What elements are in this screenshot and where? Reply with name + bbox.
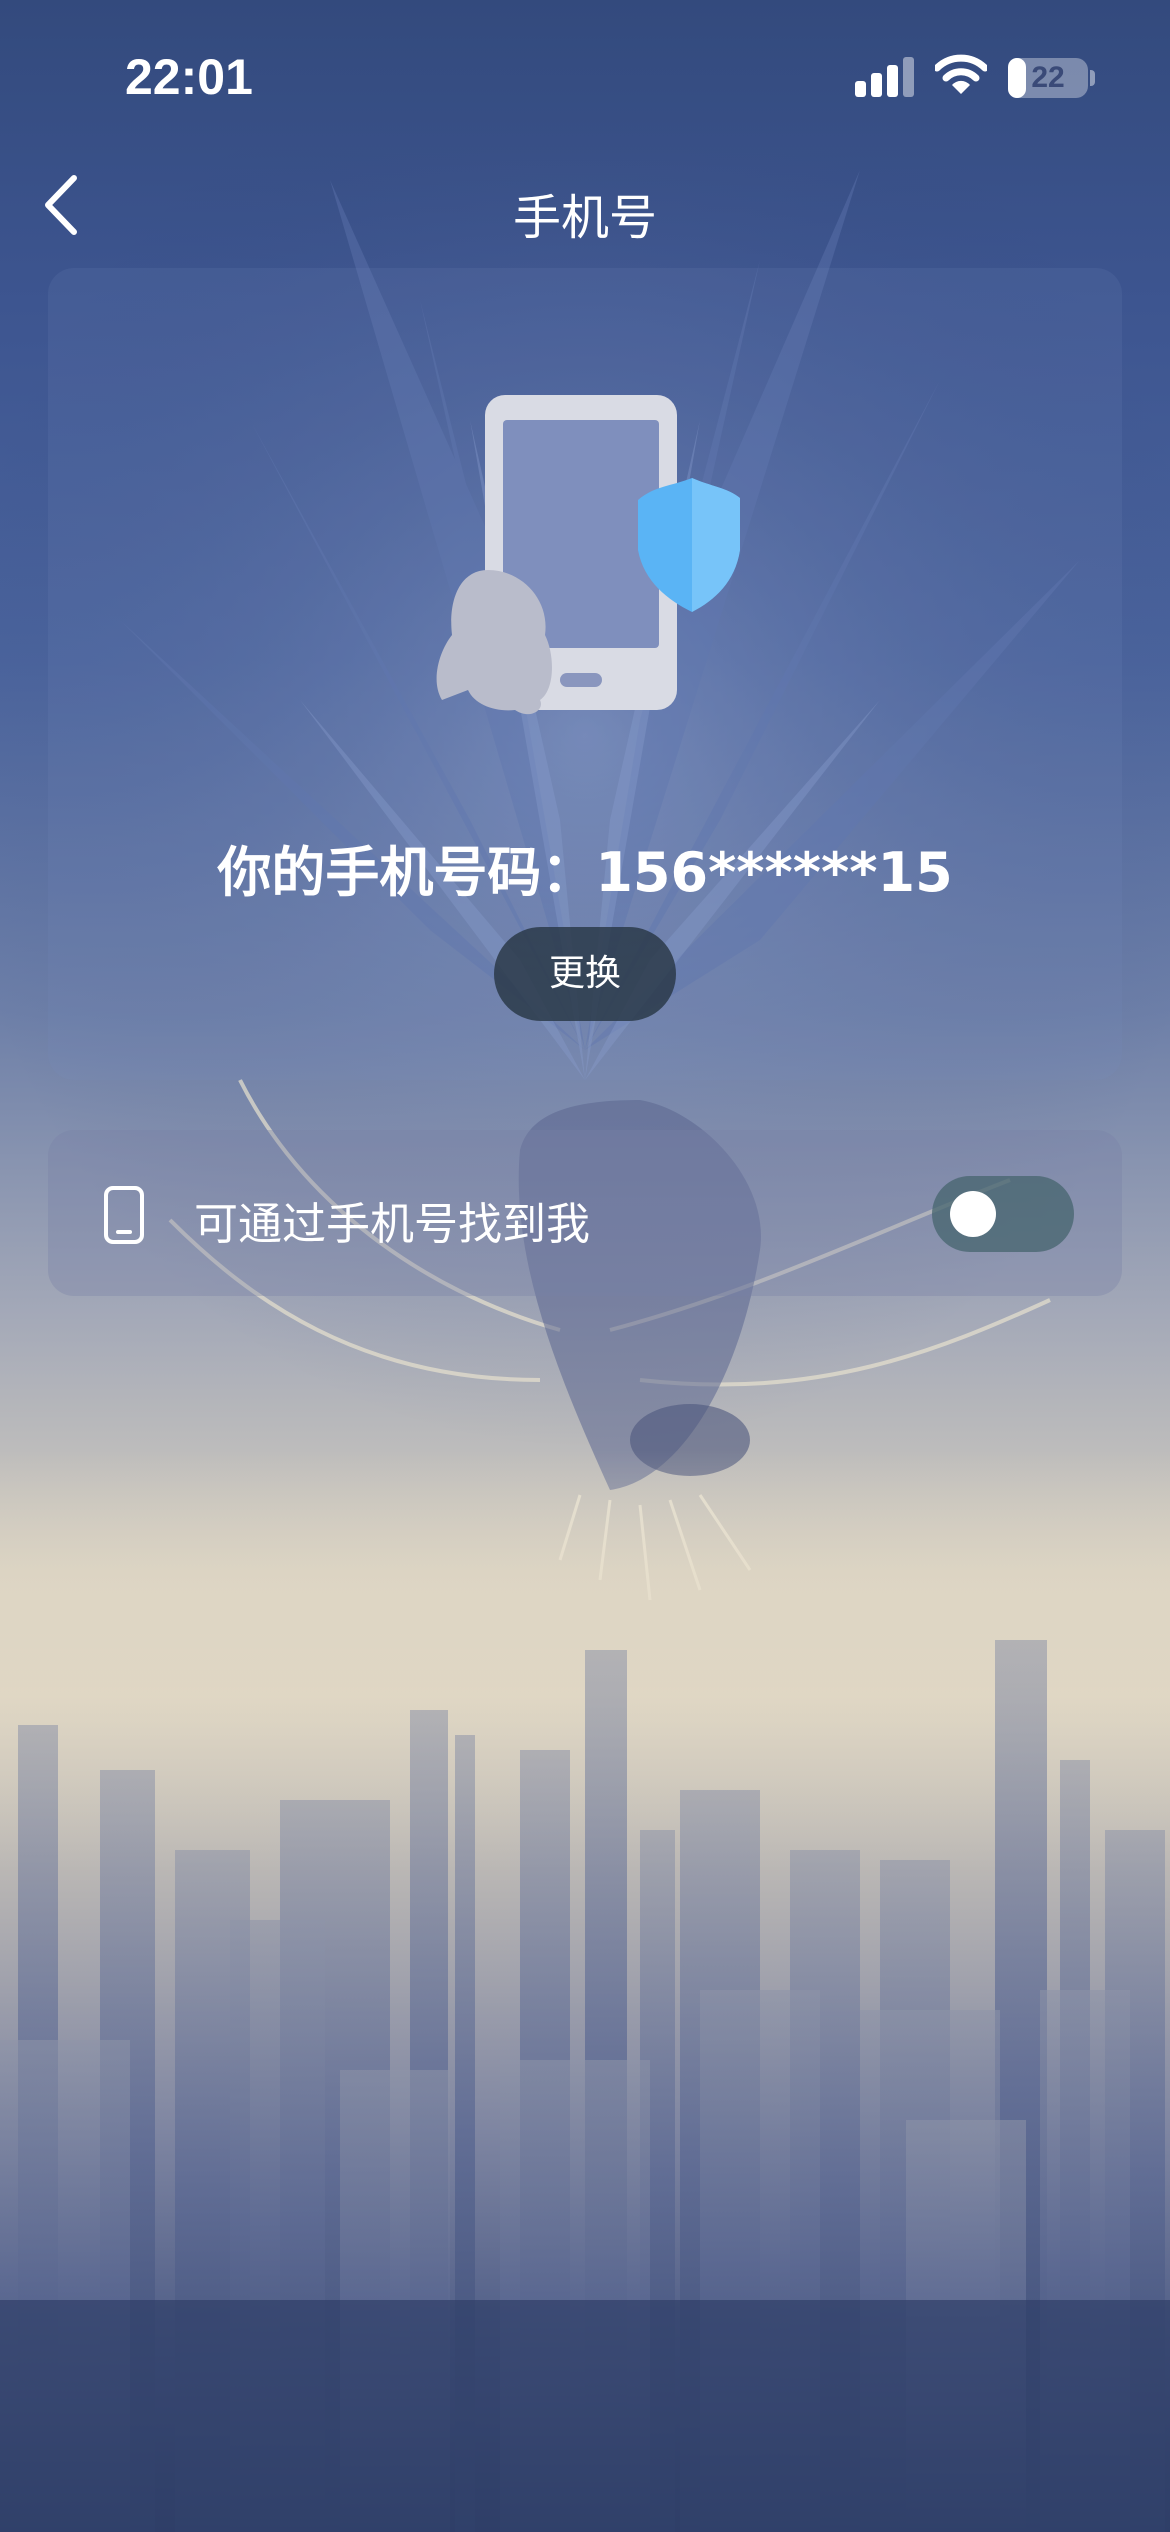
find-by-phone-toggle[interactable] [932, 1176, 1074, 1252]
phone-number-text: 你的手机号码：156******15 [217, 841, 953, 904]
mobile-phone-icon [104, 1186, 144, 1244]
change-phone-button[interactable]: 更换 [494, 927, 676, 1021]
battery-nub [1090, 70, 1095, 86]
toggle-knob [950, 1191, 996, 1237]
battery-level: 22 [1031, 61, 1065, 94]
status-time: 22:01 [125, 49, 253, 105]
page-title: 手机号 [512, 190, 657, 246]
find-by-phone-label: 可通过手机号找到我 [194, 1199, 590, 1250]
phone-shield-illustration [436, 395, 740, 715]
screen: 22:01 22 手机号 你的手机号码：156******15 更换 可通过手机… [0, 0, 1170, 2532]
wifi-icon [935, 54, 987, 94]
battery-icon: 22 [1008, 58, 1088, 98]
signal-icon [855, 57, 914, 97]
